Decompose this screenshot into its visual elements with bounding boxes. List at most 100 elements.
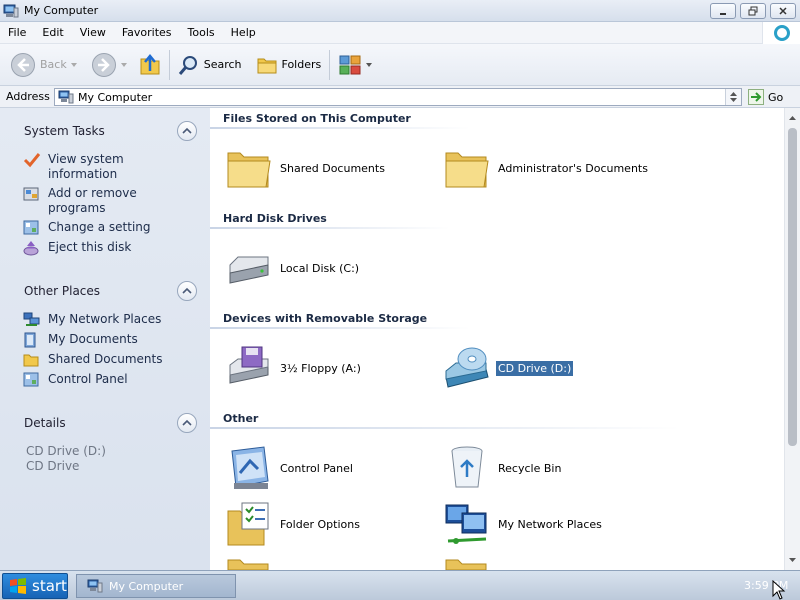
- item-my-network-places[interactable]: My Network Places: [442, 499, 604, 549]
- folders-label: Folders: [281, 58, 322, 71]
- item-label: Control Panel: [280, 461, 353, 475]
- details-header[interactable]: Details: [0, 410, 210, 436]
- minimize-button[interactable]: [710, 3, 736, 19]
- place-label: Control Panel: [48, 372, 128, 386]
- toolbar-separator: [168, 49, 170, 80]
- task-eject-this-disk[interactable]: Eject this disk: [23, 240, 210, 256]
- place-label: My Documents: [48, 332, 138, 346]
- menu-tools[interactable]: Tools: [180, 22, 223, 44]
- item-local-disk-c[interactable]: Local Disk (C:): [224, 243, 361, 293]
- place-control-panel[interactable]: Control Panel: [23, 372, 210, 388]
- my-computer-icon: [87, 579, 103, 593]
- folders-button[interactable]: Folders: [252, 49, 326, 81]
- task-pane: System Tasks View system information Add…: [0, 108, 210, 570]
- menu-bar: File Edit View Favorites Tools Help: [0, 22, 800, 44]
- item-control-panel[interactable]: Control Panel: [224, 443, 355, 493]
- menu-favorites[interactable]: Favorites: [114, 22, 180, 44]
- chevron-up-icon: [730, 92, 737, 96]
- cd-drive-icon: [445, 347, 489, 388]
- views-icon: [339, 55, 361, 74]
- item-shared-documents[interactable]: Shared Documents: [224, 143, 387, 193]
- title-bar[interactable]: My Computer: [0, 0, 800, 22]
- forward-dropdown-icon[interactable]: [120, 62, 127, 67]
- go-button[interactable]: Go: [748, 88, 783, 106]
- item-folder-options[interactable]: Folder Options: [224, 499, 362, 549]
- menu-edit[interactable]: Edit: [34, 22, 71, 44]
- scroll-thumb[interactable]: [788, 128, 797, 446]
- place-shared-documents[interactable]: Shared Documents: [23, 352, 210, 368]
- other-places-group: Other Places My Network Places My Docume…: [0, 278, 210, 392]
- scroll-down-button[interactable]: [785, 552, 800, 567]
- details-name: CD Drive (D:): [26, 444, 106, 458]
- menu-view[interactable]: View: [72, 22, 114, 44]
- menu-file[interactable]: File: [0, 22, 34, 44]
- task-add-remove-programs[interactable]: Add or remove programs: [23, 186, 210, 216]
- up-folder-icon: [140, 53, 160, 74]
- up-folder-button[interactable]: [135, 49, 165, 81]
- windows-logo-icon: [10, 578, 26, 594]
- system-tasks-title: System Tasks: [24, 124, 105, 138]
- chevron-up-icon: [182, 287, 192, 294]
- forward-button[interactable]: [87, 49, 131, 81]
- other-places-collapse-button[interactable]: [177, 281, 197, 301]
- address-input[interactable]: My Computer: [54, 88, 742, 106]
- item-recycle-bin[interactable]: Recycle Bin: [442, 443, 563, 493]
- my-documents-icon: [24, 332, 36, 348]
- back-button[interactable]: Back: [6, 49, 81, 81]
- section-header: Hard Disk Drives: [223, 212, 327, 225]
- place-my-documents[interactable]: My Documents: [23, 332, 210, 348]
- network-places-icon: [23, 312, 40, 326]
- throbber-ring-icon: [773, 25, 790, 41]
- recycle-bin-icon: [451, 446, 483, 488]
- start-button[interactable]: start: [2, 573, 68, 599]
- window-title: My Computer: [24, 4, 99, 17]
- item-administrators-documents[interactable]: Administrator's Documents: [442, 143, 650, 193]
- details-collapse-button[interactable]: [177, 413, 197, 433]
- address-bar: Address My Computer Go: [0, 86, 800, 108]
- taskbar: start My Computer 3:59 PM: [0, 570, 800, 600]
- menu-help[interactable]: Help: [223, 22, 264, 44]
- item-label: CD Drive (D:): [494, 359, 575, 377]
- other-places-title: Other Places: [24, 284, 101, 298]
- item-label: Administrator's Documents: [498, 161, 648, 175]
- address-value: My Computer: [78, 90, 153, 104]
- scroll-up-button[interactable]: [785, 110, 800, 125]
- section-divider: [210, 327, 470, 329]
- system-tasks-header[interactable]: System Tasks: [0, 118, 210, 144]
- taskbar-button-my-computer[interactable]: My Computer: [76, 574, 236, 598]
- section-header: Devices with Removable Storage: [223, 312, 428, 325]
- control-panel-icon: [23, 372, 39, 387]
- other-places-header[interactable]: Other Places: [0, 278, 210, 304]
- chevron-down-icon: [789, 557, 796, 562]
- folder-icon: [445, 559, 487, 570]
- back-dropdown-icon[interactable]: [70, 62, 77, 67]
- vertical-scrollbar[interactable]: [784, 108, 800, 570]
- item-cd-drive-d[interactable]: CD Drive (D:): [442, 343, 575, 393]
- task-label: Add or remove programs: [48, 186, 137, 215]
- item-label: My Network Places: [498, 517, 602, 531]
- restore-button[interactable]: [740, 3, 766, 19]
- section-divider: [210, 227, 450, 229]
- address-dropdown-button[interactable]: [725, 89, 741, 105]
- system-tasks-collapse-button[interactable]: [177, 121, 197, 141]
- views-button[interactable]: [334, 49, 376, 81]
- section-header: Files Stored on This Computer: [223, 112, 411, 125]
- chevron-up-icon: [182, 419, 192, 426]
- close-button[interactable]: [770, 3, 796, 19]
- task-label: Change a setting: [48, 220, 151, 234]
- folder-options-icon: [227, 502, 269, 546]
- task-label: View system information: [48, 152, 124, 181]
- go-arrow-icon: [748, 89, 764, 105]
- item-floppy-a[interactable]: 3½ Floppy (A:): [224, 343, 363, 393]
- task-label: Eject this disk: [48, 240, 132, 254]
- system-tasks-group: System Tasks View system information Add…: [0, 118, 210, 260]
- file-view[interactable]: Files Stored on This Computer Shared Doc…: [210, 108, 784, 570]
- close-icon: [779, 7, 787, 15]
- views-dropdown-icon[interactable]: [366, 62, 373, 67]
- task-change-a-setting[interactable]: Change a setting: [23, 220, 210, 236]
- task-view-system-information[interactable]: View system information: [23, 152, 210, 182]
- place-my-network-places[interactable]: My Network Places: [23, 312, 210, 328]
- place-label: Shared Documents: [48, 352, 163, 366]
- search-button[interactable]: Search: [174, 49, 246, 81]
- chevron-up-icon: [789, 115, 796, 120]
